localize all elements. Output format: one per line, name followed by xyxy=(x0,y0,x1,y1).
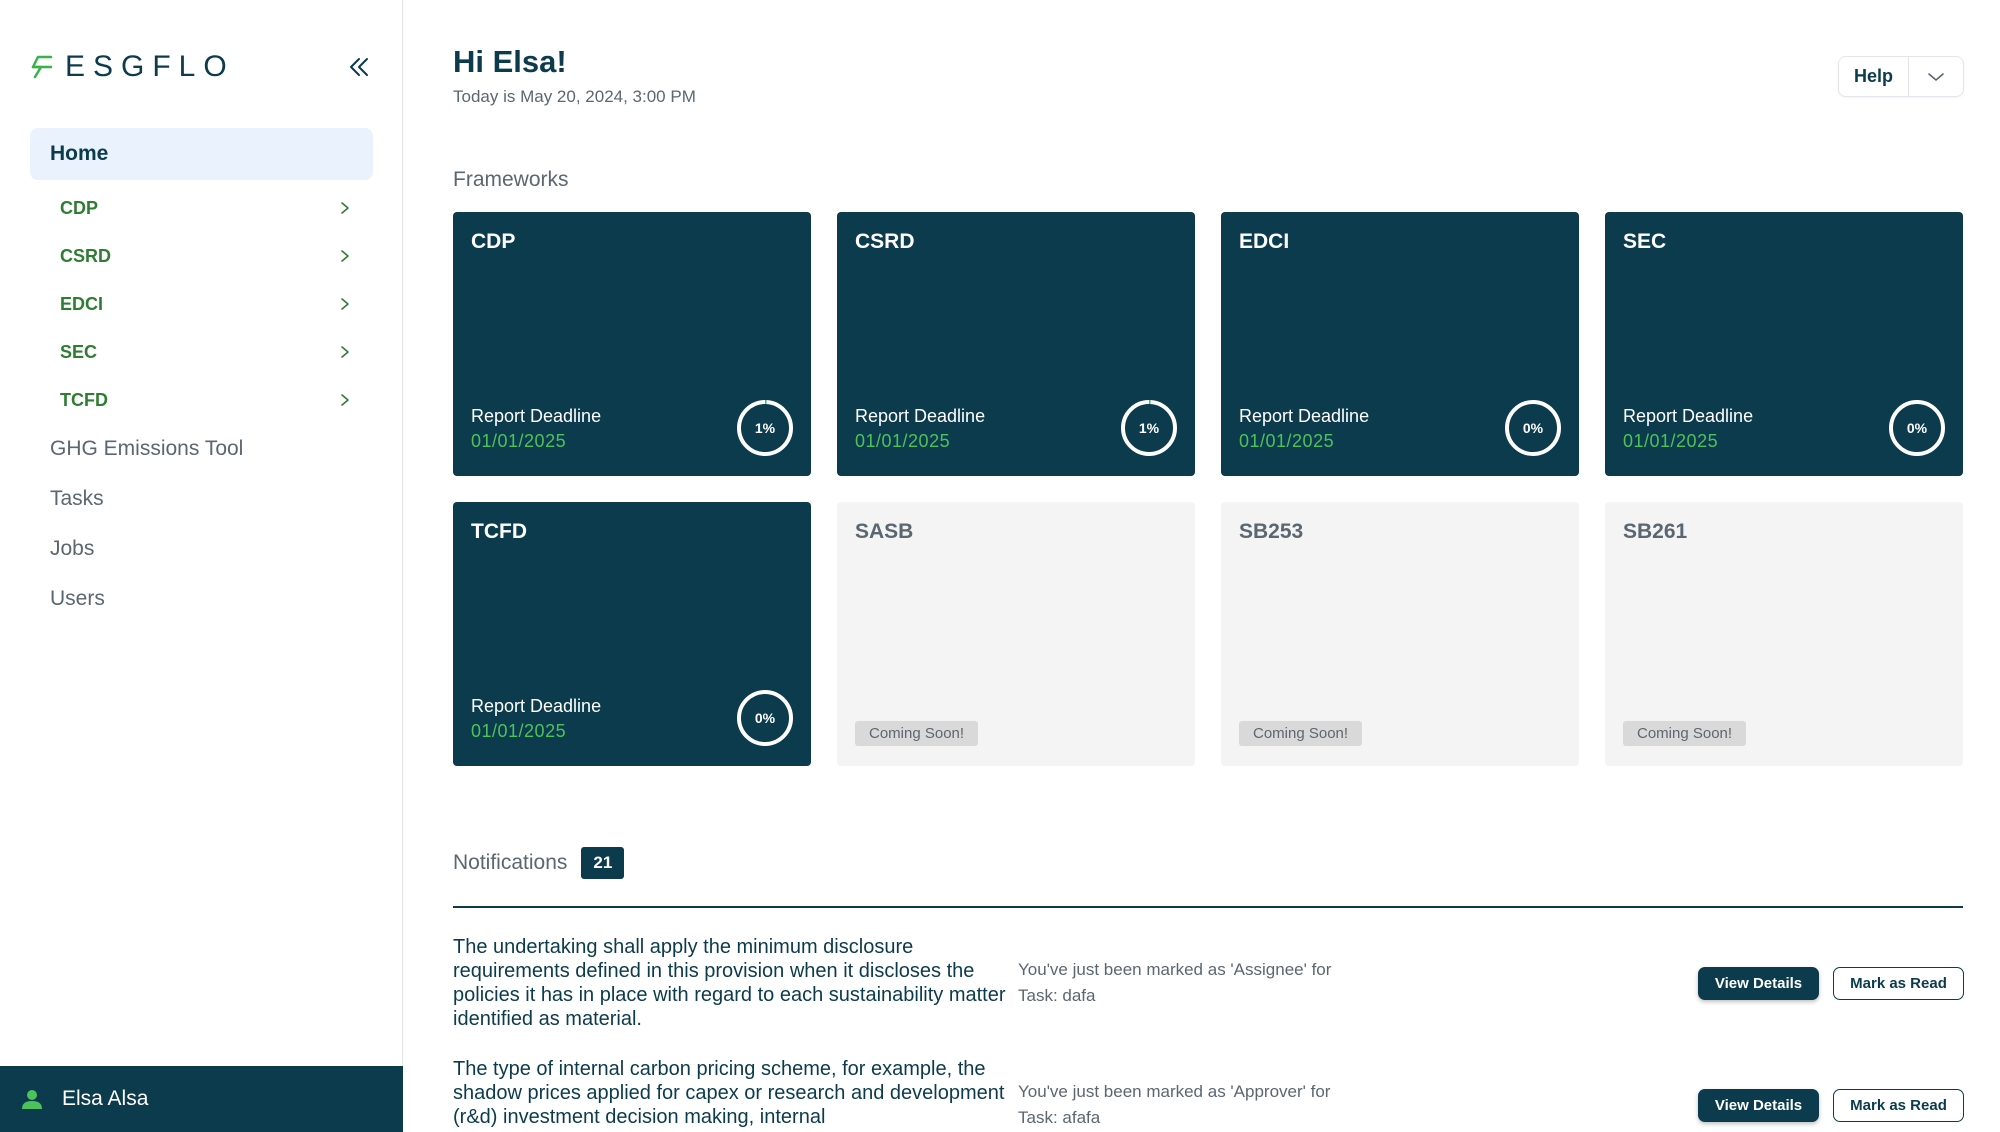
card-title: EDCI xyxy=(1239,230,1290,253)
page-greeting: Hi Elsa! xyxy=(453,44,567,79)
sidebar-item-edci[interactable]: EDCI xyxy=(30,280,373,328)
framework-card-tcfd[interactable]: TCFD Report Deadline 01/01/2025 0% xyxy=(453,502,811,766)
framework-card-sec[interactable]: SEC Report Deadline 01/01/2025 0% xyxy=(1605,212,1963,476)
chevron-right-icon xyxy=(341,298,349,310)
deadline-label: Report Deadline xyxy=(855,406,986,426)
notification-meta: You've just been marked as 'Assignee' fo… xyxy=(1018,957,1378,1009)
chevron-right-icon xyxy=(341,202,349,214)
progress-percent: 0% xyxy=(754,710,776,726)
sidebar: ESGFLO Home CDP CSRD EDCI SEC TCFD GHG E… xyxy=(0,0,403,1132)
sidebar-item-jobs[interactable]: Jobs xyxy=(30,524,373,574)
card-title: SEC xyxy=(1623,230,1667,253)
sidebar-item-home[interactable]: Home xyxy=(30,128,373,180)
deadline-date: 01/01/2025 xyxy=(471,431,567,451)
user-icon xyxy=(22,1090,42,1109)
collapse-sidebar-button[interactable] xyxy=(342,50,376,84)
progress-percent: 0% xyxy=(1522,420,1544,436)
deadline-date: 01/01/2025 xyxy=(855,431,951,451)
chevron-right-icon xyxy=(341,394,349,406)
sidebar-item-label: CDP xyxy=(60,197,99,218)
sidebar-item-csrd[interactable]: CSRD xyxy=(30,232,373,280)
framework-card-cdp[interactable]: CDP Report Deadline 01/01/2025 1% xyxy=(453,212,811,476)
framework-card-edci[interactable]: EDCI Report Deadline 01/01/2025 0% xyxy=(1221,212,1579,476)
help-dropdown[interactable]: Help xyxy=(1838,56,1964,97)
notifications-title: Notifications xyxy=(453,851,568,874)
user-name: Elsa Alsa xyxy=(62,1087,149,1110)
view-details-button[interactable]: View Details xyxy=(1698,1089,1819,1122)
current-date: Today is May 20, 2024, 3:00 PM xyxy=(453,87,696,106)
card-title: CDP xyxy=(471,230,516,253)
deadline-date: 01/01/2025 xyxy=(471,721,567,741)
framework-card-sb261: SB261 Coming Soon! xyxy=(1605,502,1963,766)
card-title: SASB xyxy=(855,520,914,543)
progress-ring: 1% xyxy=(736,399,794,457)
notifications-count-badge: 21 xyxy=(581,847,625,879)
view-details-button[interactable]: View Details xyxy=(1698,967,1819,1000)
progress-percent: 1% xyxy=(1138,420,1160,436)
framework-sub-list: CDP CSRD EDCI SEC TCFD xyxy=(30,184,373,424)
framework-card-csrd[interactable]: CSRD Report Deadline 01/01/2025 1% xyxy=(837,212,1195,476)
esgflo-logo[interactable]: ESGFLO xyxy=(29,50,235,84)
sidebar-item-cdp[interactable]: CDP xyxy=(30,184,373,232)
sidebar-item-sec[interactable]: SEC xyxy=(30,328,373,376)
notification-task: Task: dafa xyxy=(1018,986,1096,1005)
help-button[interactable]: Help xyxy=(1839,57,1909,96)
progress-ring: 0% xyxy=(1504,399,1562,457)
sidebar-item-label: TCFD xyxy=(60,389,108,410)
mark-as-read-button[interactable]: Mark as Read xyxy=(1833,1089,1964,1122)
coming-soon-badge: Coming Soon! xyxy=(1623,721,1747,746)
coming-soon-badge: Coming Soon! xyxy=(855,721,979,746)
deadline-date: 01/01/2025 xyxy=(1239,431,1335,451)
mark-as-read-button[interactable]: Mark as Read xyxy=(1833,967,1964,1000)
notifications-divider xyxy=(453,906,1963,908)
deadline-date: 01/01/2025 xyxy=(1623,431,1719,451)
sidebar-nav: Home CDP CSRD EDCI SEC TCFD GHG Emission… xyxy=(30,128,373,624)
chevron-right-icon xyxy=(341,250,349,262)
notification-text: The type of internal carbon pricing sche… xyxy=(453,1058,1005,1128)
deadline-label: Report Deadline xyxy=(471,696,602,716)
notification-meta-line: You've just been marked as 'Assignee' fo… xyxy=(1018,960,1332,979)
chevron-right-icon xyxy=(341,346,349,358)
card-title: TCFD xyxy=(471,520,527,543)
help-dropdown-toggle[interactable] xyxy=(1909,57,1963,96)
notification-text: The undertaking shall apply the minimum … xyxy=(453,936,1006,1030)
deadline-label: Report Deadline xyxy=(1623,406,1754,426)
notification-meta: You've just been marked as 'Approver' fo… xyxy=(1018,1079,1378,1131)
progress-ring: 0% xyxy=(736,689,794,747)
double-chevron-left-icon xyxy=(350,58,368,76)
chevron-down-icon xyxy=(1928,72,1944,81)
sidebar-item-tasks[interactable]: Tasks xyxy=(30,474,373,524)
notification-task: Task: afafa xyxy=(1018,1108,1101,1127)
progress-ring: 0% xyxy=(1888,399,1946,457)
card-title: CSRD xyxy=(855,230,915,253)
notification-meta-line: You've just been marked as 'Approver' fo… xyxy=(1018,1082,1331,1101)
notifications-header: Notifications 21 xyxy=(453,847,625,879)
deadline-label: Report Deadline xyxy=(1239,406,1370,426)
deadline-label: Report Deadline xyxy=(471,406,602,426)
sidebar-item-ghg-emissions-tool[interactable]: GHG Emissions Tool xyxy=(30,424,373,474)
frameworks-grid: CDP Report Deadline 01/01/2025 1% CSRD R… xyxy=(453,212,1963,766)
progress-percent: 1% xyxy=(754,420,776,436)
framework-card-sb253: SB253 Coming Soon! xyxy=(1221,502,1579,766)
card-title: SB261 xyxy=(1623,520,1688,543)
card-title: SB253 xyxy=(1239,520,1304,543)
sidebar-item-label: CSRD xyxy=(60,245,112,266)
frameworks-section-title: Frameworks xyxy=(453,168,569,191)
logo-text: ESGFLO xyxy=(65,50,235,83)
user-profile-bar[interactable]: Elsa Alsa xyxy=(0,1066,403,1132)
sidebar-item-label: SEC xyxy=(60,341,98,362)
sidebar-item-tcfd[interactable]: TCFD xyxy=(30,376,373,424)
framework-card-sasb: SASB Coming Soon! xyxy=(837,502,1195,766)
progress-percent: 0% xyxy=(1906,420,1928,436)
sidebar-item-label: EDCI xyxy=(60,293,104,314)
sidebar-item-users[interactable]: Users xyxy=(30,574,373,624)
lightning-logo-icon xyxy=(31,55,53,79)
progress-ring: 1% xyxy=(1120,399,1178,457)
coming-soon-badge: Coming Soon! xyxy=(1239,721,1363,746)
